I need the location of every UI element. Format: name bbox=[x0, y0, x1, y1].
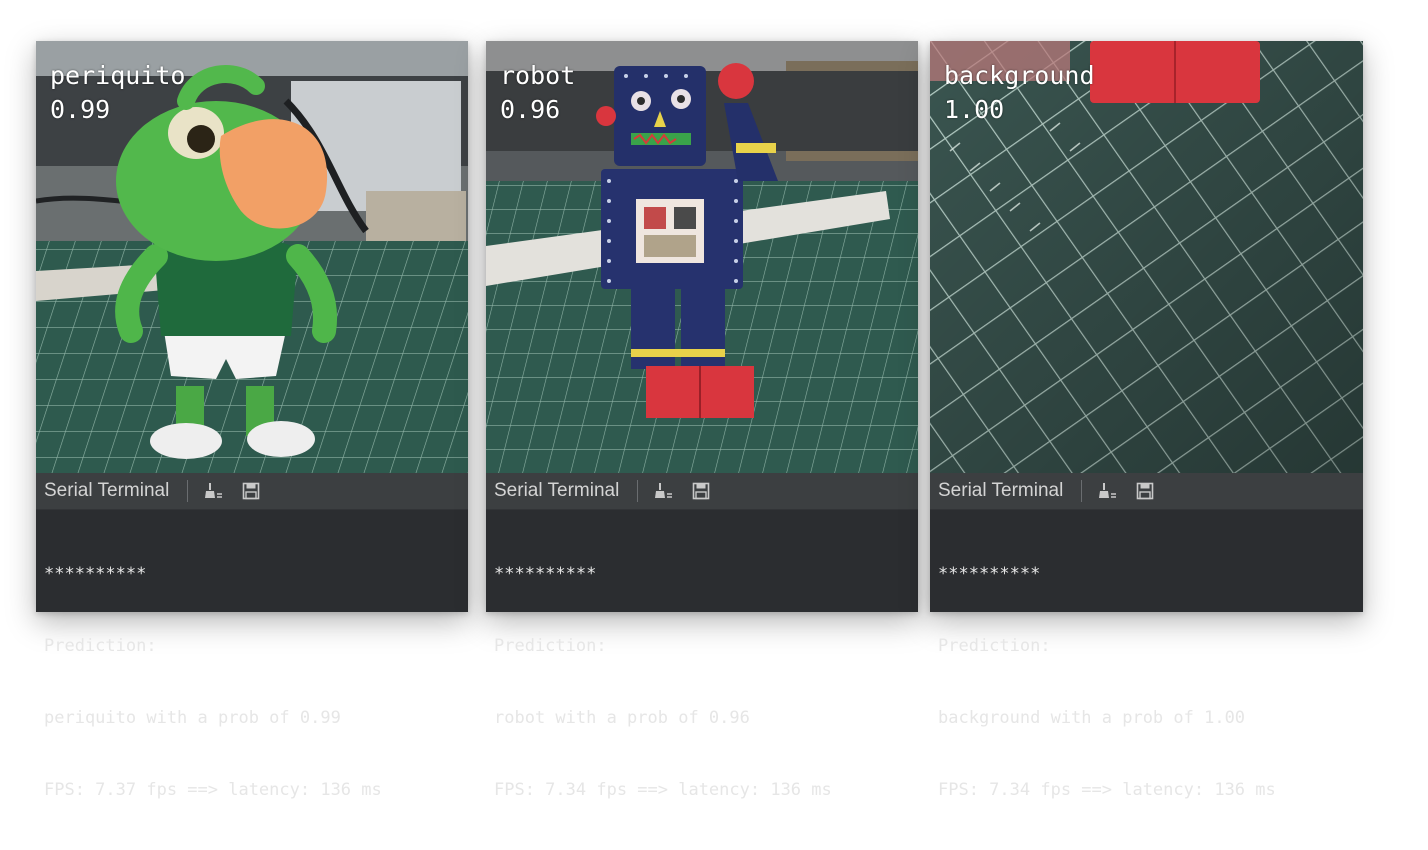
terminal-toolbar: Serial Terminal bbox=[36, 473, 468, 510]
serial-terminal: Serial Terminal ********** Prediction: p… bbox=[36, 473, 468, 800]
terminal-line: ********** bbox=[938, 564, 1041, 584]
toolbar-divider bbox=[637, 480, 639, 502]
toolbar-divider bbox=[1081, 480, 1083, 502]
save-icon[interactable] bbox=[240, 480, 262, 502]
terminal-toolbar: Serial Terminal bbox=[930, 473, 1363, 510]
terminal-output: ********** Prediction: robot with a prob… bbox=[486, 510, 918, 850]
prediction-label-overlay: periquito bbox=[50, 61, 186, 90]
terminal-line: FPS: 7.37 fps ==> latency: 136 ms bbox=[44, 780, 382, 800]
terminal-line: background with a prob of 1.00 bbox=[938, 708, 1246, 728]
terminal-line: periquito with a prob of 0.99 bbox=[44, 708, 341, 728]
prediction-score-overlay: 1.00 bbox=[944, 95, 1005, 124]
terminal-line: ********** bbox=[494, 564, 597, 584]
broom-icon[interactable] bbox=[652, 480, 674, 502]
prediction-score-overlay: 0.99 bbox=[50, 95, 111, 124]
camera-panel-robot: robot 0.96 Serial Terminal ********** Pr… bbox=[486, 41, 918, 800]
toolbar-divider bbox=[187, 480, 189, 502]
terminal-output: ********** Prediction: background with a… bbox=[930, 510, 1363, 850]
terminal-toolbar: Serial Terminal bbox=[486, 473, 918, 510]
terminal-output: ********** Prediction: periquito with a … bbox=[36, 510, 468, 850]
terminal-line: Prediction: bbox=[938, 636, 1051, 656]
serial-terminal: Serial Terminal ********** Prediction: r… bbox=[486, 473, 918, 800]
terminal-line: robot with a prob of 0.96 bbox=[494, 708, 750, 728]
camera-feed: periquito 0.99 bbox=[36, 41, 468, 473]
camera-panel-background: background 1.00 Serial Terminal ********… bbox=[930, 41, 1363, 800]
terminal-line: FPS: 7.34 fps ==> latency: 136 ms bbox=[938, 780, 1276, 800]
prediction-label-overlay: robot bbox=[500, 61, 576, 90]
terminal-line: FPS: 7.34 fps ==> latency: 136 ms bbox=[494, 780, 832, 800]
broom-icon[interactable] bbox=[1096, 480, 1118, 502]
camera-feed: background 1.00 bbox=[930, 41, 1363, 473]
terminal-line: Prediction: bbox=[44, 636, 157, 656]
serial-terminal: Serial Terminal ********** Prediction: b… bbox=[930, 473, 1363, 800]
save-icon[interactable] bbox=[690, 480, 712, 502]
save-icon[interactable] bbox=[1134, 480, 1156, 502]
broom-icon[interactable] bbox=[202, 480, 224, 502]
prediction-score-overlay: 0.96 bbox=[500, 95, 561, 124]
terminal-title: Serial Terminal bbox=[494, 480, 620, 501]
terminal-title: Serial Terminal bbox=[938, 480, 1064, 501]
camera-panel-periquito: periquito 0.99 Serial Terminal *********… bbox=[36, 41, 468, 800]
terminal-line: Prediction: bbox=[494, 636, 607, 656]
prediction-label-overlay: background bbox=[944, 61, 1095, 90]
terminal-line: ********** bbox=[44, 564, 147, 584]
terminal-title: Serial Terminal bbox=[44, 480, 170, 501]
camera-feed: robot 0.96 bbox=[486, 41, 918, 473]
